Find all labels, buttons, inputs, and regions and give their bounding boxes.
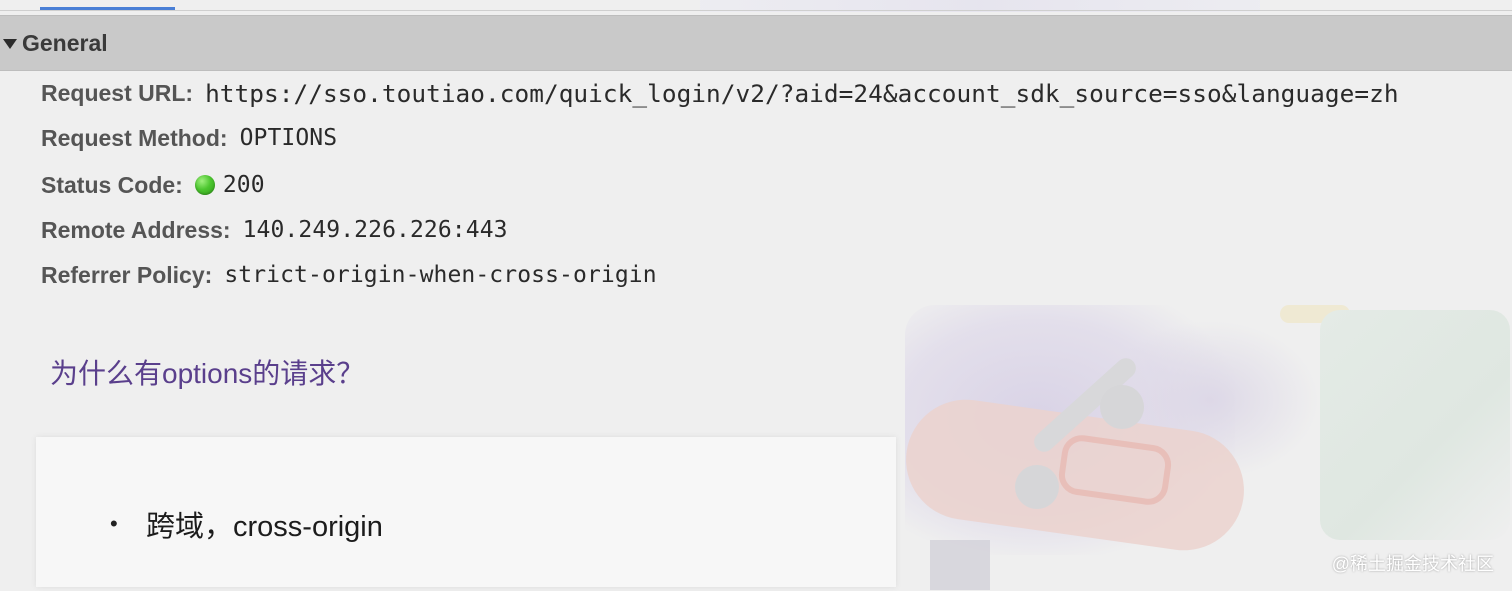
request-method-label: Request Method: [41,124,228,151]
remote-address-label: Remote Address: [41,216,231,243]
remote-address-row: Remote Address: 140.249.226.226:443 [41,215,508,245]
referrer-policy-row: Referrer Policy: strict-origin-when-cros… [41,260,657,290]
section-title: General [22,29,108,56]
bullet-marker: • [110,511,118,536]
skateboard-illustration-logo [1056,432,1174,508]
screen: General Request URL: https://sso.toutiao… [0,0,1512,591]
request-method-row: Request Method: OPTIONS [41,123,337,153]
referrer-policy-value: strict-origin-when-cross-origin [224,262,657,288]
background-illustration-shape [930,540,990,590]
skateboard-illustration [898,391,1252,559]
background-illustration-shape [1320,310,1510,540]
list-item: • 跨域，cross-origin [110,503,383,545]
status-code-row: Status Code: 200 [41,170,265,200]
background-illustration-shape [1100,320,1320,480]
bullet-text: 跨域，cross-origin [146,511,383,543]
watermark: @稀土掘金技术社区 [1331,554,1494,574]
status-ok-dot-icon [194,175,215,195]
background-illustration-shape [1280,305,1350,323]
request-url-label: Request URL: [41,79,194,106]
divider [0,10,1512,11]
request-method-value: OPTIONS [239,125,338,151]
request-url-value[interactable]: https://sso.toutiao.com/quick_login/v2/?… [205,79,1399,108]
background-illustration [905,305,1235,555]
status-code-label: Status Code: [41,171,183,198]
remote-address-value: 140.249.226.226:443 [242,217,508,243]
skateboard-wheel-illustration [1100,385,1144,429]
expand-triangle-icon[interactable] [3,39,17,49]
referrer-policy-label: Referrer Policy: [41,261,213,288]
request-url-row: Request URL: https://sso.toutiao.com/qui… [41,78,1399,108]
status-code-value: 200 [222,172,265,198]
skateboard-truck-illustration [1030,354,1140,456]
skateboard-wheel-illustration [1015,465,1059,509]
general-section-header[interactable]: General [0,15,1512,71]
question-heading: 为什么有options的请求？ [50,358,365,389]
